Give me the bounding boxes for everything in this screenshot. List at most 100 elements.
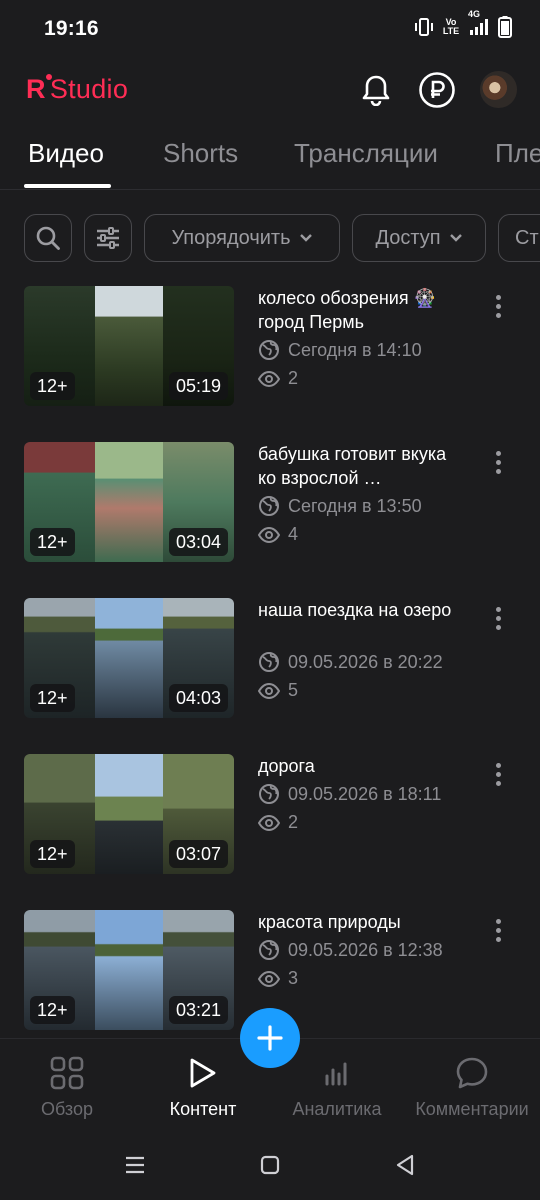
- globe-icon: [259, 940, 279, 960]
- upload-fab[interactable]: [240, 1008, 300, 1068]
- logo-word: Studio: [49, 74, 129, 104]
- more-options-icon[interactable]: [484, 444, 512, 480]
- eye-icon: [258, 682, 280, 699]
- recent-apps-icon[interactable]: [120, 1150, 150, 1180]
- nav-label: Аналитика: [292, 1099, 382, 1119]
- video-title[interactable]: дорога: [258, 754, 458, 778]
- publish-date: Сегодня в 14:10: [288, 339, 422, 360]
- chevron-down-icon: [449, 233, 463, 243]
- video-row[interactable]: 12+ 03:04 бабушка готовит вкука ко взрос…: [0, 442, 540, 564]
- filter-bar: Упорядочить Доступ Ст: [0, 214, 540, 264]
- nav-label: Контент: [169, 1099, 237, 1119]
- avatar[interactable]: [480, 71, 517, 108]
- search-button[interactable]: [24, 214, 72, 262]
- video-thumbnail[interactable]: 12+ 05:19: [24, 286, 234, 406]
- video-date: 09.05.2026 в 18:11: [258, 783, 441, 805]
- status-time: 19:16: [44, 17, 99, 40]
- eye-icon: [258, 526, 280, 543]
- duration-badge: 03:21: [168, 996, 228, 1024]
- bar-chart-icon: [322, 1053, 352, 1093]
- thumb-frame: [95, 442, 163, 562]
- tab-playlists[interactable]: Пле: [495, 138, 540, 169]
- video-date: 09.05.2026 в 20:22: [258, 651, 443, 673]
- publish-date: 09.05.2026 в 20:22: [288, 651, 443, 672]
- back-icon[interactable]: [390, 1150, 420, 1180]
- more-options-icon[interactable]: [484, 756, 512, 792]
- sort-dropdown[interactable]: Упорядочить: [144, 214, 340, 262]
- home-icon[interactable]: [255, 1150, 285, 1180]
- duration-badge: 04:03: [168, 684, 228, 712]
- video-row[interactable]: 12+ 05:19 колесо обозрения 🎡 город Пермь…: [0, 286, 540, 408]
- monetization-button[interactable]: [417, 70, 457, 110]
- sort-label: Упорядочить: [171, 226, 291, 249]
- status-bar: 19:16 Vo LTE 4G: [0, 0, 540, 58]
- nav-comments[interactable]: Комментарии: [408, 1053, 536, 1120]
- view-count: 2: [288, 812, 299, 832]
- tab-streams[interactable]: Трансляции: [294, 138, 438, 169]
- volte-icon: Vo LTE: [442, 17, 460, 36]
- publish-date: Сегодня в 13:50: [288, 495, 422, 516]
- video-title[interactable]: наша поездка на озеро: [258, 598, 458, 622]
- system-nav-bar: [0, 1130, 540, 1200]
- video-views: 2: [258, 812, 298, 833]
- view-count: 4: [288, 524, 299, 544]
- age-rating-badge: 12+: [30, 996, 75, 1024]
- signal-icon: 4G: [468, 9, 490, 37]
- vibrate-icon: [414, 17, 434, 37]
- search-icon: [36, 226, 60, 250]
- age-rating-badge: 12+: [30, 372, 75, 400]
- eye-icon: [258, 370, 280, 387]
- tab-shorts[interactable]: Shorts: [163, 138, 238, 169]
- logo-letter-text: R: [26, 74, 46, 104]
- grid-icon: [50, 1053, 84, 1093]
- rutube-studio-logo: R Studio: [26, 74, 128, 105]
- status-dropdown[interactable]: Ст: [498, 214, 540, 262]
- video-date: 09.05.2026 в 12:38: [258, 939, 443, 961]
- active-tab-indicator: [24, 184, 111, 188]
- play-icon: [188, 1053, 218, 1093]
- thumb-frame: [95, 598, 163, 718]
- nav-label: Комментарии: [415, 1099, 529, 1119]
- video-row[interactable]: 12+ 03:07 дорога 09.05.2026 в 18:11 2: [0, 754, 540, 876]
- video-thumbnail[interactable]: 12+ 03:07: [24, 754, 234, 874]
- access-dropdown[interactable]: Доступ: [352, 214, 486, 262]
- video-title[interactable]: красота природы: [258, 910, 458, 934]
- thumb-frame: [95, 754, 163, 874]
- more-options-icon[interactable]: [484, 288, 512, 324]
- notifications-button[interactable]: [356, 70, 396, 110]
- more-options-icon[interactable]: [484, 600, 512, 636]
- app-header: R Studio: [0, 62, 540, 118]
- age-rating-badge: 12+: [30, 528, 75, 556]
- more-options-icon[interactable]: [484, 912, 512, 948]
- video-thumbnail[interactable]: 12+ 04:03: [24, 598, 234, 718]
- video-thumbnail[interactable]: 12+ 03:21: [24, 910, 234, 1030]
- nav-label: Обзор: [41, 1099, 93, 1119]
- nav-overview[interactable]: Обзор: [28, 1053, 106, 1120]
- video-date: Сегодня в 14:10: [258, 339, 422, 361]
- video-views: 5: [258, 680, 298, 701]
- duration-badge: 03:04: [168, 528, 228, 556]
- publish-date: 09.05.2026 в 18:11: [288, 783, 442, 804]
- battery-icon: [498, 16, 512, 38]
- chat-bubble-icon: [455, 1053, 489, 1093]
- filter-settings-button[interactable]: [84, 214, 132, 262]
- tab-video[interactable]: Видео: [28, 138, 104, 169]
- video-title[interactable]: колесо обозрения 🎡 город Пермь: [258, 286, 458, 334]
- video-thumbnail[interactable]: 12+ 03:04: [24, 442, 234, 562]
- video-list: 12+ 05:19 колесо обозрения 🎡 город Пермь…: [0, 286, 540, 1036]
- chevron-down-icon: [299, 233, 313, 243]
- video-views: 2: [258, 368, 298, 389]
- nav-content[interactable]: Контент: [160, 1053, 246, 1120]
- thumb-frame: [95, 910, 163, 1030]
- access-label: Доступ: [375, 226, 441, 249]
- video-row[interactable]: 12+ 04:03 наша поездка на озеро 09.05.20…: [0, 598, 540, 720]
- logo-dot: [45, 74, 52, 80]
- publish-date: 09.05.2026 в 12:38: [288, 939, 443, 960]
- network-type: 4G: [468, 9, 481, 19]
- status-label: Ст: [515, 226, 539, 249]
- video-title[interactable]: бабушка готовит вкука ко взрослой …: [258, 442, 458, 490]
- status-icons: Vo LTE 4G: [414, 9, 512, 38]
- duration-badge: 03:07: [168, 840, 228, 868]
- nav-analytics[interactable]: Аналитика: [286, 1053, 388, 1120]
- age-rating-badge: 12+: [30, 840, 75, 868]
